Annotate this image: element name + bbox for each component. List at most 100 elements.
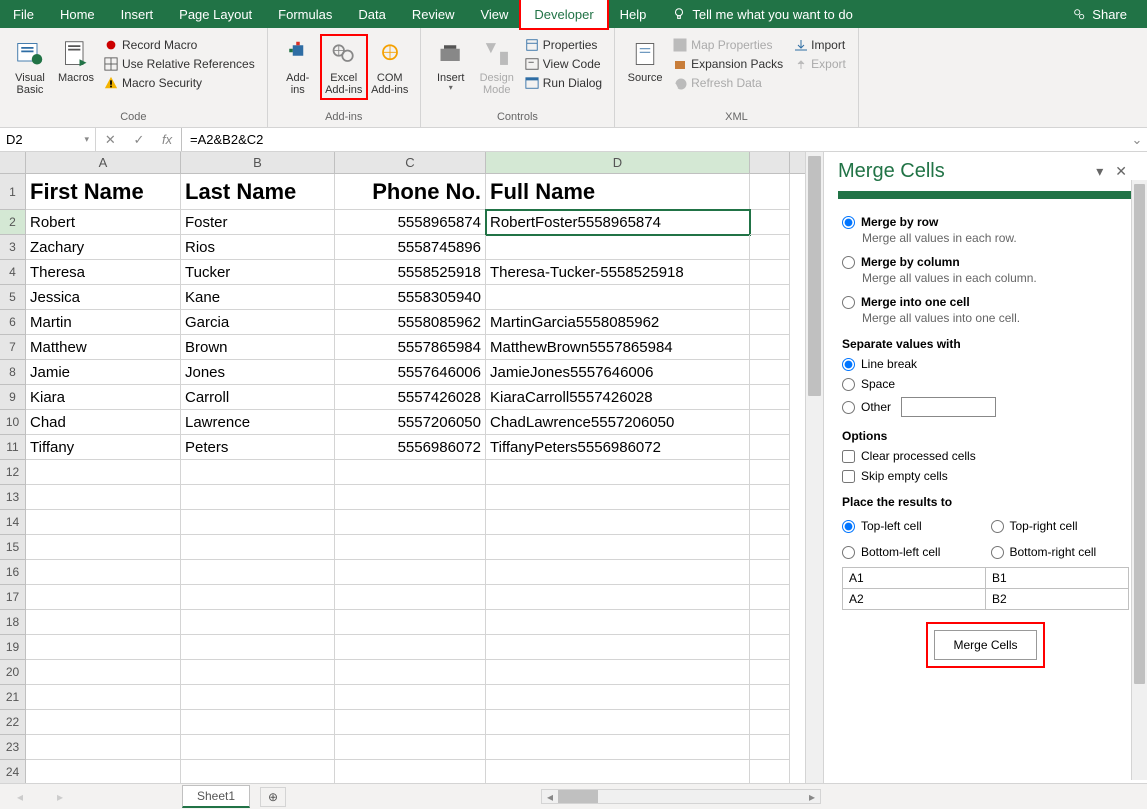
cell[interactable] [486, 760, 750, 783]
cell[interactable]: Rios [181, 235, 335, 260]
cell[interactable] [486, 610, 750, 635]
name-box[interactable]: D2 ▾ [0, 128, 96, 151]
cell[interactable] [181, 710, 335, 735]
menu-view[interactable]: View [467, 0, 521, 28]
cell[interactable]: 5557865984 [335, 335, 486, 360]
cell[interactable]: Theresa [26, 260, 181, 285]
row-header[interactable]: 14 [0, 510, 26, 535]
cell[interactable] [750, 310, 790, 335]
cell[interactable] [335, 510, 486, 535]
cell[interactable]: Peters [181, 435, 335, 460]
cell[interactable] [486, 660, 750, 685]
cell[interactable] [26, 460, 181, 485]
share-button[interactable]: Share [1072, 7, 1147, 22]
cell[interactable]: Tiffany [26, 435, 181, 460]
cell[interactable] [750, 560, 790, 585]
sheet-tab-1[interactable]: Sheet1 [182, 785, 250, 808]
col-header-e[interactable] [750, 152, 790, 173]
cell[interactable] [750, 435, 790, 460]
pane-scrollbar-thumb[interactable] [1134, 184, 1145, 684]
cell[interactable] [26, 560, 181, 585]
cell[interactable] [26, 710, 181, 735]
cell[interactable] [181, 760, 335, 783]
row-header[interactable]: 2 [0, 210, 26, 235]
cell[interactable] [486, 585, 750, 610]
cell[interactable] [181, 535, 335, 560]
cell[interactable]: RobertFoster5558965874 [486, 210, 750, 235]
cell[interactable] [181, 660, 335, 685]
place-tr-radio[interactable] [991, 520, 1004, 533]
cell[interactable] [181, 685, 335, 710]
spreadsheet-grid[interactable]: A B C D 1First NameLast NamePhone No.Ful… [0, 152, 805, 783]
cell[interactable]: ChadLawrence5557206050 [486, 410, 750, 435]
expand-formula-bar[interactable]: ⌄ [1127, 132, 1147, 148]
row-header[interactable]: 18 [0, 610, 26, 635]
cell[interactable] [486, 510, 750, 535]
cell[interactable] [750, 260, 790, 285]
cell[interactable] [750, 535, 790, 560]
row-header[interactable]: 17 [0, 585, 26, 610]
insert-control-button[interactable]: Insert ▾ [429, 36, 473, 95]
sep-space-radio[interactable] [842, 378, 855, 391]
cell[interactable] [26, 485, 181, 510]
cell[interactable]: Matthew [26, 335, 181, 360]
cell[interactable]: TiffanyPeters5556986072 [486, 435, 750, 460]
xml-source-button[interactable]: Source [623, 36, 667, 86]
com-addins-button[interactable]: COM Add-ins [368, 36, 412, 98]
place-br-radio[interactable] [991, 546, 1004, 559]
cell[interactable]: 5557426028 [335, 385, 486, 410]
merge-one-cell-radio[interactable] [842, 296, 855, 309]
row-header[interactable]: 12 [0, 460, 26, 485]
menu-developer[interactable]: Developer [521, 0, 606, 28]
cell[interactable] [26, 535, 181, 560]
cell[interactable] [335, 460, 486, 485]
cell[interactable] [750, 735, 790, 760]
cell[interactable] [181, 585, 335, 610]
cell[interactable] [750, 335, 790, 360]
place-bl-radio[interactable] [842, 546, 855, 559]
cell[interactable] [335, 610, 486, 635]
cell[interactable] [26, 585, 181, 610]
cell[interactable]: Last Name [181, 174, 335, 210]
sep-linebreak-radio[interactable] [842, 358, 855, 371]
cell[interactable]: First Name [26, 174, 181, 210]
run-dialog-button[interactable]: Run Dialog [521, 74, 606, 92]
row-header[interactable]: 9 [0, 385, 26, 410]
row-header[interactable]: 21 [0, 685, 26, 710]
record-macro-button[interactable]: Record Macro [100, 36, 259, 54]
cell[interactable]: Phone No. [335, 174, 486, 210]
cell[interactable] [486, 685, 750, 710]
row-header[interactable]: 13 [0, 485, 26, 510]
pane-dropdown[interactable]: ▾ [1090, 163, 1109, 180]
cell[interactable]: 5558525918 [335, 260, 486, 285]
row-header[interactable]: 8 [0, 360, 26, 385]
col-header-b[interactable]: B [181, 152, 335, 173]
view-code-button[interactable]: View Code [521, 55, 606, 73]
row-header[interactable]: 3 [0, 235, 26, 260]
horizontal-scrollbar[interactable]: ◂▸ [541, 789, 821, 804]
sep-other-radio[interactable] [842, 401, 855, 414]
row-header[interactable]: 1 [0, 174, 26, 210]
cell[interactable] [486, 710, 750, 735]
merge-cells-button[interactable]: Merge Cells [934, 630, 1036, 660]
select-all-corner[interactable] [0, 152, 26, 173]
cell[interactable] [335, 760, 486, 783]
cell[interactable]: Theresa-Tucker-5558525918 [486, 260, 750, 285]
row-header[interactable]: 16 [0, 560, 26, 585]
row-header[interactable]: 10 [0, 410, 26, 435]
row-header[interactable]: 15 [0, 535, 26, 560]
cell[interactable]: 5558745896 [335, 235, 486, 260]
cell[interactable] [750, 660, 790, 685]
menu-help[interactable]: Help [607, 0, 660, 28]
cell[interactable]: Full Name [486, 174, 750, 210]
row-header[interactable]: 19 [0, 635, 26, 660]
cell[interactable]: 5558965874 [335, 210, 486, 235]
menu-home[interactable]: Home [47, 0, 108, 28]
cell[interactable] [750, 210, 790, 235]
cell[interactable] [486, 485, 750, 510]
cell[interactable] [486, 235, 750, 260]
cell[interactable] [26, 685, 181, 710]
cell[interactable] [750, 585, 790, 610]
cell[interactable]: Foster [181, 210, 335, 235]
cell[interactable] [486, 285, 750, 310]
